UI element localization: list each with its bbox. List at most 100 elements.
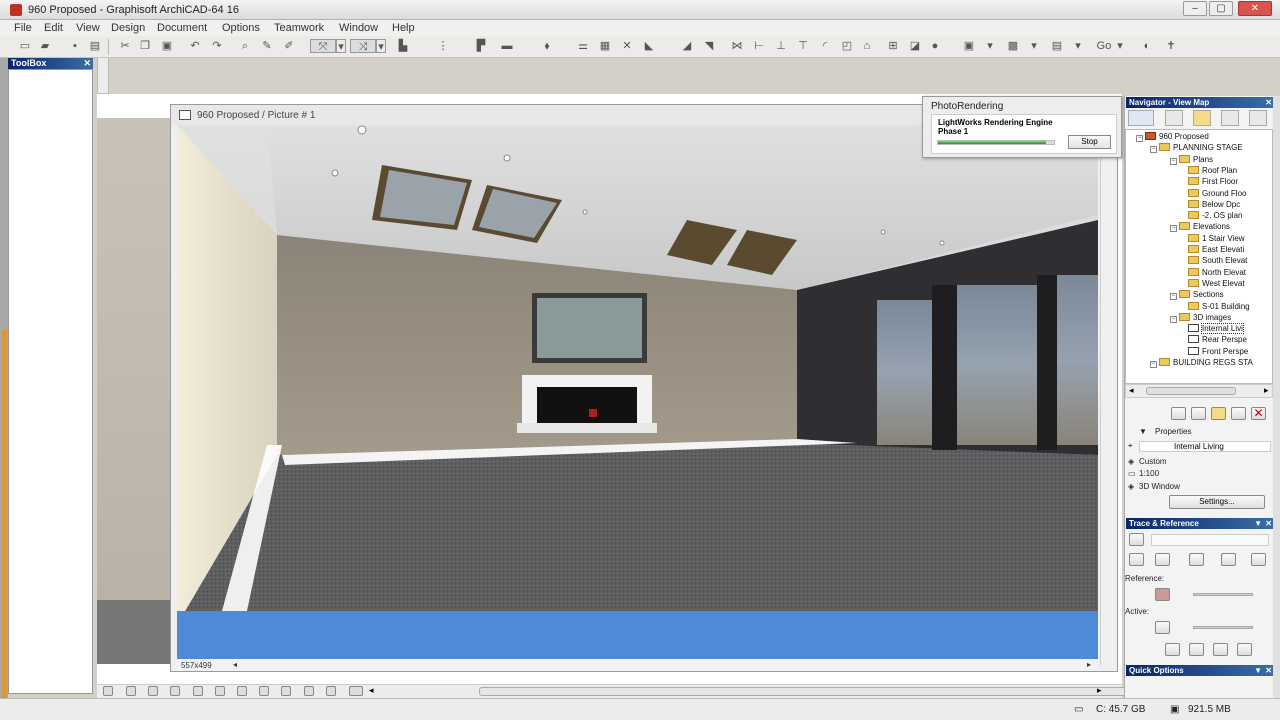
measure-icon[interactable]: ⋈ [730,39,744,53]
scroll-left-icon[interactable]: ◂ [369,685,374,696]
menu-edit[interactable]: Edit [44,22,63,34]
menu-document[interactable]: Document [157,22,207,34]
chevron-down-icon[interactable]: ▾ [1074,39,1082,53]
fit-window-icon[interactable] [148,686,158,696]
view-map-item[interactable]: West Elevat [1188,278,1245,288]
right-panel-scrollbar[interactable] [1273,96,1280,698]
view-name-field[interactable]: Internal Living [1139,441,1271,452]
adjust-icon[interactable]: ◣ [642,39,656,53]
close-icon[interactable]: ✕ [1265,97,1272,108]
render-sphere-icon[interactable]: ● [928,39,942,53]
go-label[interactable]: Go [1096,39,1112,53]
zoom-in-icon[interactable] [103,686,113,696]
save-view-icon[interactable] [1191,407,1206,420]
open-folder-icon[interactable]: ▰ [38,39,52,53]
view-map-item[interactable]: First Floor [1188,177,1238,186]
maximize-button[interactable]: ▢ [1209,1,1233,16]
chevron-down-icon[interactable]: ▾ [986,39,994,53]
view-map-item[interactable]: East Elevati [1188,245,1244,254]
scroll-left-icon[interactable]: ◂ [1129,385,1134,396]
clone-folder-icon[interactable] [1171,407,1186,420]
expand-collapse-icon[interactable]: − [1170,157,1177,165]
toolbox-header[interactable]: ToolBox ✕ [8,58,93,69]
view-map-item[interactable]: Below Dpc [1188,199,1240,209]
align-icon[interactable]: ▙ [396,39,410,53]
walk-view-icon[interactable] [281,686,291,696]
settings-button[interactable]: Settings... [1169,495,1265,509]
active-opacity-slider[interactable] [1193,626,1253,629]
cut-icon[interactable]: ✂ [118,39,132,53]
view-map-item[interactable]: − 3D images [1170,312,1231,323]
view-options-icon[interactable] [349,686,363,696]
expand-collapse-icon[interactable]: − [1150,146,1157,154]
view-map-tree[interactable]: −960 Proposed − PLANNING STAGE − Plans Roof P… [1125,129,1273,384]
pan-icon[interactable] [304,686,314,696]
view-map-item[interactable]: − 960 Proposed [1136,132,1209,142]
reset-reference-icon[interactable] [1251,553,1266,566]
scroll-right-icon[interactable]: ▸ [1097,685,1102,696]
previous-zoom-icon[interactable] [170,686,180,696]
picture-window[interactable]: 960 Proposed / Picture # 1 557x499 ◂ ▸ [170,104,1118,672]
stretch-icon[interactable]: ◥ [702,39,716,53]
menu-options[interactable]: Options [222,22,260,34]
close-icon[interactable]: ✕ [1265,665,1272,676]
trace-action-2-icon[interactable] [1189,643,1204,656]
trace-action-4-icon[interactable] [1237,643,1252,656]
elevate-icon[interactable]: ⬧ [540,39,554,53]
view-map-item[interactable]: Rear Perspe [1188,335,1247,344]
trim-icon[interactable]: ▦ [598,39,612,53]
chevron-down-icon[interactable]: ▾ [376,39,386,53]
view-map-item[interactable]: Ground Floo [1188,188,1246,198]
chevron-down-icon[interactable]: ▾ [1116,39,1124,53]
arc-icon[interactable]: ◜ [818,39,832,53]
chevron-down-icon[interactable]: ▾ [1030,39,1038,53]
picture-vertical-scrollbar[interactable] [1100,125,1114,665]
height-icon[interactable]: ⊤ [796,39,810,53]
layout-book-tab-icon[interactable] [1193,110,1211,126]
3d-view-icon[interactable]: ◪ [908,39,922,53]
photo-rendering-dialog[interactable]: PhotoRendering LightWorks Rendering Engi… [922,96,1122,158]
rotate-view-icon[interactable] [259,686,269,696]
trace-toggle-icon[interactable] [1129,533,1144,546]
reference-opacity-slider[interactable] [1193,593,1253,596]
plan-view-icon[interactable]: ▣ [962,39,976,53]
layer-combination-value[interactable]: Custom [1139,457,1167,466]
trace-reference-header[interactable]: Trace & Reference ▼ ✕ [1126,518,1274,529]
walk-icon[interactable]: ✝ [1164,39,1178,53]
navigate-icon[interactable]: ◐ [1140,39,1154,53]
trace-action-1-icon[interactable] [1165,643,1180,656]
expand-collapse-icon[interactable]: − [1150,361,1157,368]
menu-teamwork[interactable]: Teamwork [274,22,324,34]
reference-options-icon[interactable] [1155,553,1170,566]
publisher-tab-icon[interactable] [1221,110,1239,126]
next-zoom-icon[interactable] [193,686,203,696]
view-map-item[interactable]: Internal Livi [1188,323,1244,335]
rotate-icon[interactable]: ▬ [500,39,514,53]
view-map-item[interactable]: 1 Stair View [1188,233,1245,243]
view-map-item[interactable]: South Elevat [1188,256,1247,265]
menu-window[interactable]: Window [339,22,378,34]
reference-color-icon[interactable] [1155,588,1170,601]
split-icon[interactable]: ✕ [620,39,634,53]
rotate-reference-icon[interactable] [1221,553,1236,566]
level-icon[interactable]: ⊥ [774,39,788,53]
redo-icon[interactable]: ↷ [210,39,224,53]
view-map-tab-icon[interactable] [1165,110,1183,126]
orbit-icon[interactable] [237,686,247,696]
properties-toggle-icon[interactable]: ▼ [1139,427,1147,436]
menu-design[interactable]: Design [111,22,145,34]
navigator-scrollbar[interactable]: ◂ ▸ [1125,384,1273,398]
move-reference-icon[interactable] [1189,553,1204,566]
layout-icon[interactable]: ▤ [1050,39,1064,53]
project-map-tab-icon[interactable] [1128,110,1154,126]
collapse-icon[interactable]: ▼ [1254,665,1262,676]
expand-collapse-icon[interactable]: − [1170,315,1177,323]
offset-icon[interactable]: ◢ [680,39,694,53]
close-button[interactable]: ✕ [1238,1,1272,16]
zoom-icon[interactable] [215,686,225,696]
view-map-item[interactable]: − BUILDING REGS STA [1150,358,1253,368]
organizer-tab-icon[interactable] [1249,110,1267,126]
view-map-item[interactable]: − Plans [1170,154,1213,165]
arrow-selection-icon[interactable]: ⤧ [310,39,336,53]
show-reference-icon[interactable] [1129,553,1144,566]
